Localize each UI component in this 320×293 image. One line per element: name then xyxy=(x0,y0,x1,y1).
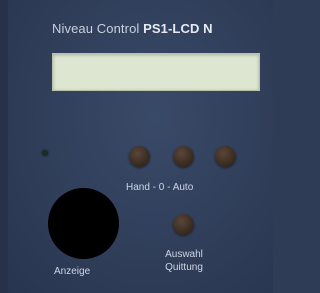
off-mode-button[interactable] xyxy=(173,146,194,167)
display-label: Anzeige xyxy=(54,266,91,277)
select-acknowledge-label: Auswahl Quittung xyxy=(148,248,220,274)
mode-label: Hand - 0 - Auto xyxy=(126,182,194,193)
select-label-line1: Auswahl xyxy=(165,249,203,260)
lcd-display xyxy=(52,53,260,91)
auto-mode-button[interactable] xyxy=(215,146,236,167)
brand-name: Niveau Control xyxy=(52,21,140,36)
model-name: PS1-LCD N xyxy=(143,21,213,36)
display-knob[interactable] xyxy=(48,188,119,259)
status-led xyxy=(42,150,48,156)
control-panel: Niveau Control PS1-LCD N Hand - 0 - Auto… xyxy=(0,0,273,293)
hand-mode-button[interactable] xyxy=(129,146,150,167)
select-acknowledge-button[interactable] xyxy=(173,214,194,235)
select-label-line2: Quittung xyxy=(165,262,203,273)
panel-title: Niveau Control PS1-LCD N xyxy=(52,21,267,36)
